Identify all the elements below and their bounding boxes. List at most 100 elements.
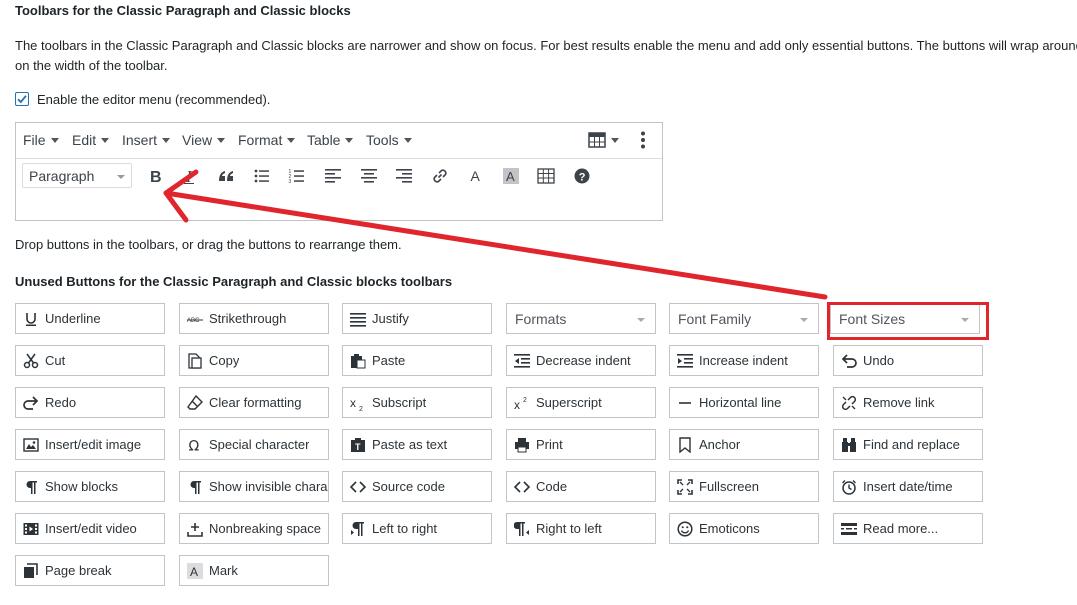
help-button[interactable]: ? <box>570 164 594 188</box>
emoticons-button[interactable]: Emoticons <box>669 513 819 544</box>
background-color-button[interactable]: A <box>499 164 523 188</box>
code-button[interactable]: Code <box>506 471 656 502</box>
editor-menubar: File Edit Insert View Format Table Tools <box>16 123 662 159</box>
special-character-button[interactable]: Ω Special character <box>179 429 329 460</box>
justify-label: Justify <box>372 311 409 326</box>
svg-text:2: 2 <box>523 397 527 404</box>
page-break-icon <box>23 562 39 579</box>
menu-edit[interactable]: Edit <box>72 123 110 157</box>
font-family-select[interactable]: Font Family <box>669 303 819 334</box>
menu-tools[interactable]: Tools <box>366 123 412 157</box>
show-blocks-label: Show blocks <box>45 479 118 494</box>
anchor-label: Anchor <box>699 437 741 452</box>
source-code-button[interactable]: Source code <box>342 471 492 502</box>
background-color-icon: A <box>503 168 519 184</box>
read-more-button[interactable]: Read more... <box>833 513 983 544</box>
page-break-label: Page break <box>45 563 112 578</box>
increase-indent-button[interactable]: Increase indent <box>669 345 819 376</box>
chevron-down-icon <box>162 137 171 143</box>
justify-button[interactable]: Justify <box>342 303 492 334</box>
unlink-icon <box>841 395 857 411</box>
superscript-button[interactable]: x 2 Superscript <box>506 387 656 418</box>
chevron-down-icon <box>345 137 354 143</box>
undo-button[interactable]: Undo <box>833 345 983 376</box>
video-icon <box>23 521 39 537</box>
svg-text:?: ? <box>579 172 586 184</box>
find-replace-button[interactable]: Find and replace <box>833 429 983 460</box>
menu-edit-label: Edit <box>72 132 97 148</box>
menu-format[interactable]: Format <box>238 123 296 157</box>
subscript-icon: x2 <box>350 395 366 411</box>
pilcrow-icon <box>187 479 203 495</box>
insert-video-button[interactable]: Insert/edit video <box>15 513 165 544</box>
blockquote-button[interactable] <box>214 164 238 188</box>
show-invisible-button[interactable]: Show invisible chara... <box>179 471 329 502</box>
mark-button[interactable]: A Mark <box>179 555 329 586</box>
undo-label: Undo <box>863 353 895 368</box>
omega-icon: Ω <box>187 437 203 453</box>
print-button[interactable]: Print <box>506 429 656 460</box>
code-icon <box>514 479 530 495</box>
nonbreaking-space-button[interactable]: Nonbreaking space <box>179 513 329 544</box>
formats-label: Formats <box>515 310 567 327</box>
svg-text:x: x <box>514 398 520 411</box>
remove-link-label: Remove link <box>863 395 935 410</box>
bullet-list-button[interactable] <box>250 164 274 188</box>
paragraph-select[interactable]: Paragraph <box>22 163 132 188</box>
numbered-list-button[interactable]: 123 <box>285 164 309 188</box>
copy-icon <box>187 352 203 369</box>
chevron-down-icon <box>611 137 619 143</box>
redo-label: Redo <box>45 395 77 410</box>
mark-label: Mark <box>209 563 238 578</box>
decrease-indent-button[interactable]: Decrease indent <box>506 345 656 376</box>
redo-button[interactable]: Redo <box>15 387 165 418</box>
svg-text:ABC: ABC <box>187 318 200 324</box>
code-label: Code <box>536 479 568 494</box>
horizontal-line-button[interactable]: Horizontal line <box>669 387 819 418</box>
paste-as-text-label: Paste as text <box>372 437 448 452</box>
align-right-button[interactable] <box>392 164 416 188</box>
strikethrough-button[interactable]: ABC Strikethrough <box>179 303 329 334</box>
more-options-button[interactable] <box>640 123 646 157</box>
chevron-down-icon <box>403 137 412 143</box>
formats-select[interactable]: Formats <box>506 303 656 334</box>
cut-button[interactable]: Cut <box>15 345 165 376</box>
paste-button[interactable]: Paste <box>342 345 492 376</box>
menu-table[interactable]: Table <box>307 123 354 157</box>
print-label: Print <box>536 437 563 452</box>
unused-buttons-title: Unused Buttons for the Classic Paragraph… <box>15 274 453 289</box>
anchor-button[interactable]: Anchor <box>669 429 819 460</box>
enable-menu-row[interactable]: Enable the editor menu (recommended). <box>15 90 270 108</box>
show-blocks-button[interactable]: Show blocks <box>15 471 165 502</box>
menu-insert[interactable]: Insert <box>122 123 171 157</box>
bold-button[interactable]: B <box>143 164 167 188</box>
fullscreen-button[interactable]: Fullscreen <box>669 471 819 502</box>
menu-view[interactable]: View <box>182 123 226 157</box>
copy-button[interactable]: Copy <box>179 345 329 376</box>
text-color-button[interactable]: A <box>464 164 488 188</box>
chevron-down-icon <box>217 137 226 143</box>
italic-button[interactable]: I <box>178 164 202 188</box>
link-button[interactable] <box>428 164 452 188</box>
menu-file[interactable]: File <box>23 123 59 157</box>
align-left-button[interactable] <box>321 164 345 188</box>
table-button[interactable] <box>534 164 558 188</box>
right-to-left-button[interactable]: Right to left <box>506 513 656 544</box>
table-menu-button[interactable] <box>588 123 619 157</box>
insert-image-button[interactable]: Insert/edit image <box>15 429 165 460</box>
clock-icon <box>841 479 857 495</box>
insert-datetime-button[interactable]: Insert date/time <box>833 471 983 502</box>
align-center-button[interactable] <box>357 164 381 188</box>
page-break-button[interactable]: Page break <box>15 555 165 586</box>
redo-icon <box>23 395 39 411</box>
clear-formatting-button[interactable]: Clear formatting <box>179 387 329 418</box>
enable-menu-checkbox[interactable] <box>15 92 29 106</box>
subscript-button[interactable]: x 2 Subscript <box>342 387 492 418</box>
paste-as-text-button[interactable]: T Paste as text <box>342 429 492 460</box>
underline-label: Underline <box>45 311 101 326</box>
remove-link-button[interactable]: Remove link <box>833 387 983 418</box>
underline-button[interactable]: Underline <box>15 303 165 334</box>
strikethrough-label: Strikethrough <box>209 311 287 326</box>
bullet-list-icon <box>254 169 269 183</box>
left-to-right-button[interactable]: Left to right <box>342 513 492 544</box>
